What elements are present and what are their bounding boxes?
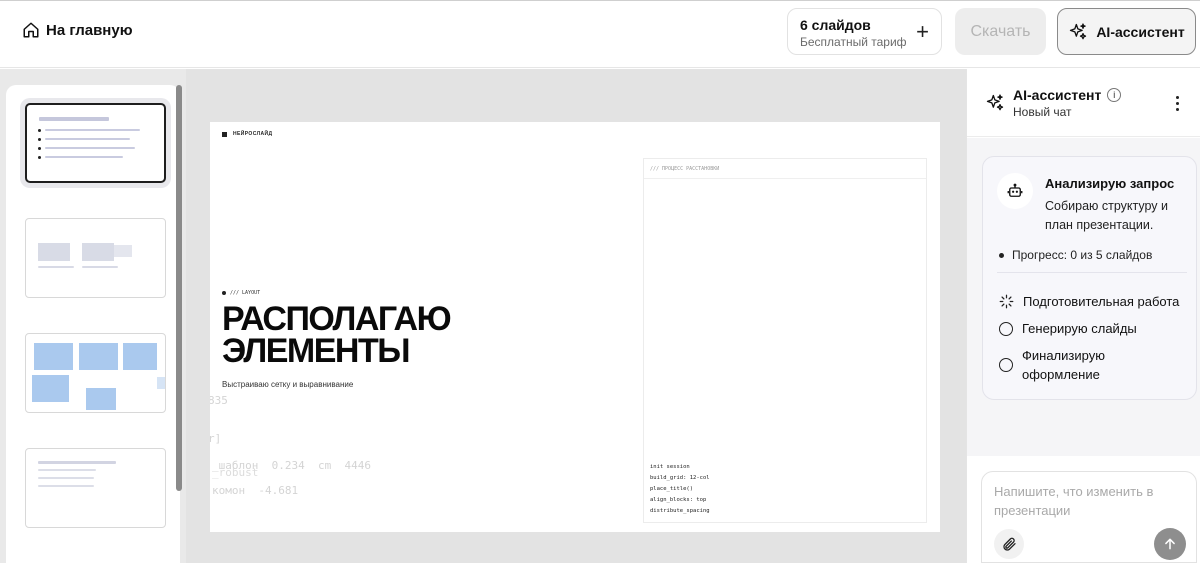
- brand-square-icon: [222, 131, 227, 137]
- slide-thumbnail-4[interactable]: [25, 448, 166, 528]
- code-line: build_grid: 12-col: [650, 475, 710, 481]
- divider: [997, 272, 1187, 273]
- assistant-header: AI-ассистент i Новый чат: [967, 69, 1200, 137]
- home-icon: [23, 22, 39, 38]
- process-panel: /// ПРОЦЕСС РАССТАНОВКИ init session bui…: [643, 158, 927, 523]
- slide-tag: /// LAYOUT: [222, 290, 260, 296]
- message-input[interactable]: [994, 482, 1184, 526]
- slide-canvas-area: НЕЙРОСЛАЙД 835 r] _шаблон 0.234 cm 4446 …: [186, 69, 966, 563]
- plan-label: Бесплатный тариф: [800, 35, 907, 49]
- sparkles-icon: [1070, 22, 1087, 39]
- pending-circle-icon: [999, 322, 1013, 336]
- ghost-text: r]: [210, 432, 222, 445]
- message-composer: [981, 471, 1197, 563]
- ai-assistant-button[interactable]: AI-ассистент: [1057, 8, 1196, 55]
- step-item-generation: Генерирую слайды: [999, 319, 1137, 338]
- robot-icon: [997, 173, 1033, 209]
- ghost-text: комон -4.681: [212, 484, 299, 497]
- loading-spinner-icon: [999, 294, 1014, 309]
- tag-dot-icon: [222, 291, 226, 295]
- bullet-icon: [999, 252, 1004, 258]
- code-line: init session: [650, 464, 690, 470]
- paperclip-icon[interactable]: [994, 529, 1024, 559]
- status-card: Анализирую запрос Собираю структуру и пл…: [982, 156, 1197, 400]
- step-item-finalize: Финализирую оформление: [999, 346, 1139, 384]
- code-line: place_title(): [650, 486, 694, 492]
- slides-count: 6 слайдов: [800, 17, 871, 33]
- status-title: Анализирую запрос: [1045, 176, 1175, 191]
- ghost-text: _robust: [212, 466, 259, 479]
- process-panel-title: /// ПРОЦЕСС РАССТАНОВКИ: [644, 159, 926, 179]
- assistant-title: AI-ассистент i: [1013, 87, 1122, 103]
- download-button[interactable]: Скачать: [955, 8, 1046, 55]
- home-link[interactable]: На главную: [22, 21, 133, 39]
- assistant-panel: AI-ассистент i Новый чат Анализирую запр…: [966, 69, 1200, 563]
- progress-text: Прогресс: 0 из 5 слайдов: [999, 248, 1152, 262]
- slide-thumbnails-panel: [0, 69, 186, 563]
- slide-thumbnail-2[interactable]: [25, 218, 166, 298]
- arrow-up-icon: [1165, 538, 1175, 550]
- code-line: align_blocks: top: [650, 497, 707, 503]
- slide-subtitle: Выстраиваю сетку и выравнивание: [222, 380, 354, 389]
- slide-thumbnail-1[interactable]: [25, 103, 166, 183]
- slide-title: РАСПОЛАГАЮ ЭЛЕМЕНТЫ: [222, 300, 452, 370]
- chat-name: Новый чат: [1013, 105, 1072, 119]
- plus-icon: +: [916, 19, 929, 44]
- ghost-text: 835: [210, 394, 228, 407]
- slide-preview[interactable]: НЕЙРОСЛАЙД 835 r] _шаблон 0.234 cm 4446 …: [210, 122, 940, 532]
- code-line: distribute_spacing: [650, 508, 710, 514]
- slide-thumbnail-3[interactable]: [25, 333, 166, 413]
- top-bar: На главную 6 слайдов Бесплатный тариф + …: [0, 0, 1200, 68]
- sparkles-icon: [986, 94, 1004, 111]
- thumbnails-list: [6, 85, 180, 563]
- more-options-icon[interactable]: [1171, 96, 1183, 112]
- step-item-preparation: Подготовительная работа: [999, 292, 1179, 311]
- send-button[interactable]: [1154, 528, 1186, 560]
- status-description: Собираю структуру и план презентации.: [1045, 199, 1169, 232]
- thumbnails-scrollbar[interactable]: [176, 85, 182, 491]
- info-icon[interactable]: i: [1107, 88, 1122, 102]
- chat-area: Анализирую запрос Собираю структуру и пл…: [967, 138, 1200, 456]
- home-link-label: На главную: [46, 21, 133, 39]
- slide-brand: НЕЙРОСЛАЙД: [222, 131, 272, 137]
- pending-circle-icon: [999, 358, 1013, 372]
- ai-assistant-button-label: AI-ассистент: [1096, 23, 1185, 40]
- slides-plan-button[interactable]: 6 слайдов Бесплатный тариф +: [787, 8, 942, 55]
